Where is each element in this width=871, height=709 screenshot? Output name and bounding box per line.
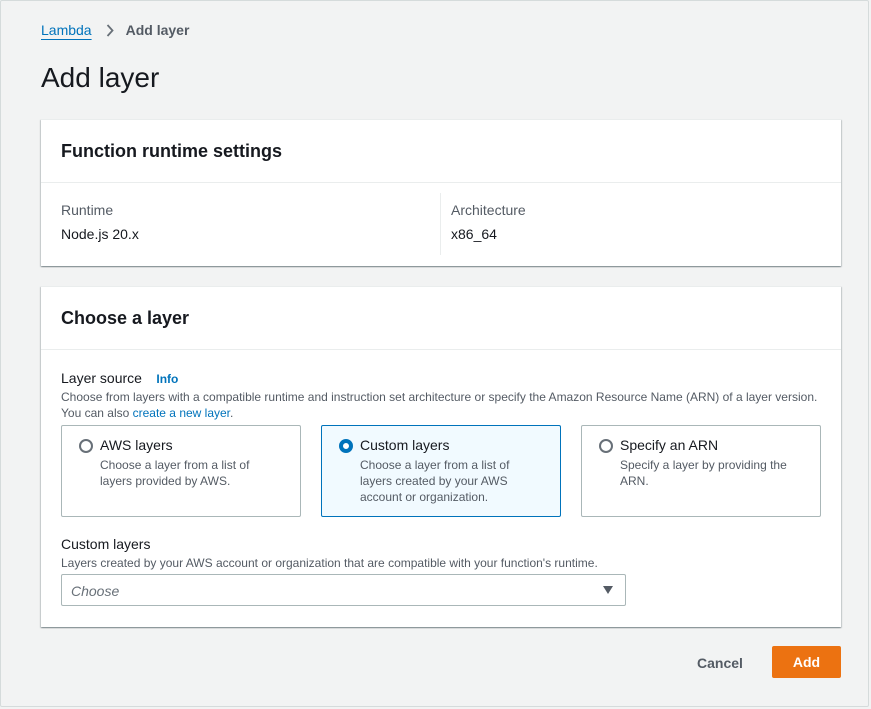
layer-source-label: Layer source [61, 370, 142, 386]
runtime-field: Runtime Node.js 20.x [61, 202, 139, 242]
radio-custom-layers[interactable] [339, 439, 353, 453]
breadcrumb-lambda-link[interactable]: Lambda [41, 22, 92, 38]
page-title: Add layer [41, 62, 160, 93]
radio-aws-layers[interactable] [79, 439, 93, 453]
tile-custom-layers[interactable]: Custom layers Choose a layer from a list… [321, 425, 561, 517]
add-button[interactable]: Add [772, 646, 841, 678]
tile-description: Choose a layer from a list of layers pro… [100, 458, 250, 488]
custom-layers-label: Custom layers [61, 536, 151, 552]
tile-specify-arn[interactable]: Specify an ARN Specify a layer by provid… [581, 425, 821, 517]
column-divider [440, 193, 441, 255]
custom-layers-description: Layers created by your AWS account or or… [61, 556, 598, 570]
runtime-value: Node.js 20.x [61, 226, 139, 242]
breadcrumb-current: Add layer [125, 22, 190, 38]
layer-source-description: Choose from layers with a compatible run… [61, 390, 818, 420]
architecture-label: Architecture [451, 202, 526, 218]
radio-specify-arn[interactable] [599, 439, 613, 453]
runtime-settings-panel: Function runtime settings Runtime Node.j… [41, 119, 841, 266]
runtime-settings-header: Function runtime settings [41, 120, 841, 183]
runtime-label: Runtime [61, 202, 114, 218]
select-placeholder: Choose [71, 583, 120, 599]
breadcrumb: Lambda Add layer [41, 22, 189, 38]
tile-title: Specify an ARN [620, 437, 719, 453]
cancel-button[interactable]: Cancel [690, 648, 750, 678]
chevron-right-icon [106, 23, 114, 37]
custom-layers-select[interactable]: Choose [61, 574, 626, 606]
architecture-value: x86_64 [451, 226, 497, 242]
tile-title: Custom layers [360, 437, 450, 453]
caret-down-icon [603, 586, 613, 594]
tile-aws-layers[interactable]: AWS layers Choose a layer from a list of… [61, 425, 301, 517]
info-link[interactable]: Info [156, 372, 178, 386]
choose-layer-panel: Choose a layer Layer source Info Choose … [41, 286, 841, 627]
architecture-field: Architecture x86_64 [451, 202, 526, 242]
layer-source-label-row: Layer source Info [61, 370, 178, 388]
tile-title: AWS layers [100, 437, 173, 453]
tile-description: Choose a layer from a list of layers cre… [360, 458, 510, 504]
choose-layer-header: Choose a layer [41, 287, 841, 350]
create-new-layer-link[interactable]: create a new layer [133, 406, 230, 420]
tile-description: Specify a layer by providing the ARN. [620, 458, 787, 488]
